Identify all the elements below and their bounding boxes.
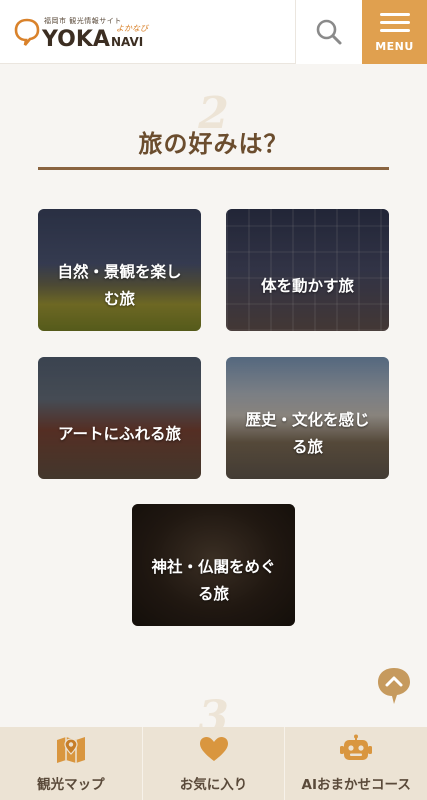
scroll-top-button[interactable] (377, 667, 411, 704)
nav-item-map[interactable]: 観光マップ (0, 727, 143, 800)
card-nature[interactable]: 自然・景観を楽しむ旅 (38, 209, 201, 331)
nav-item-favorites[interactable]: お気に入り (143, 727, 286, 800)
card-label: 自然・景観を楽しむ旅 (57, 263, 182, 308)
logo-yoka: YOKA (42, 27, 110, 52)
bottom-navigation: 観光マップ お気に入り AIおまかせコース (0, 727, 427, 800)
card-label: 歴史・文化を感じる旅 (245, 411, 370, 456)
map-icon (56, 737, 85, 763)
nav-label: 観光マップ (37, 777, 105, 793)
card-history[interactable]: 歴史・文化を感じる旅 (226, 357, 389, 479)
card-label: 体を動かす旅 (260, 276, 354, 295)
site-logo[interactable]: 福岡市 観光情報サイト YOKA よかなび NAVI (12, 12, 162, 54)
card-shrines[interactable]: 神社・仏閣をめぐる旅 (132, 504, 295, 626)
card-art[interactable]: アートにふれる旅 (38, 357, 201, 479)
nav-label: AIおまかせコース (301, 777, 411, 793)
card-label: 神社・仏閣をめぐる旅 (151, 558, 276, 603)
title-divider (38, 167, 389, 170)
logo-kana: よかなび (116, 24, 148, 33)
menu-label: MENU (375, 40, 414, 53)
nav-label: お気に入り (179, 777, 248, 793)
card-active[interactable]: 体を動かす旅 (226, 209, 389, 331)
search-button[interactable] (295, 0, 362, 64)
logo-navi: NAVI (111, 35, 144, 49)
search-icon (316, 19, 342, 45)
logo-subtitle: 福岡市 観光情報サイト (44, 17, 122, 25)
chevron-up-icon (378, 668, 410, 704)
site-header: 福岡市 観光情報サイト YOKA よかなび NAVI MENU (0, 0, 427, 64)
hamburger-icon (379, 13, 410, 33)
robot-icon (340, 734, 373, 760)
card-label: アートにふれる旅 (57, 424, 182, 443)
heart-icon (199, 737, 228, 761)
speech-bubble-logo-icon (14, 18, 40, 46)
nav-item-ai-course[interactable]: AIおまかせコース (285, 727, 427, 800)
menu-button[interactable]: MENU (362, 0, 427, 64)
section-title: 旅の好みは？ (138, 130, 289, 158)
